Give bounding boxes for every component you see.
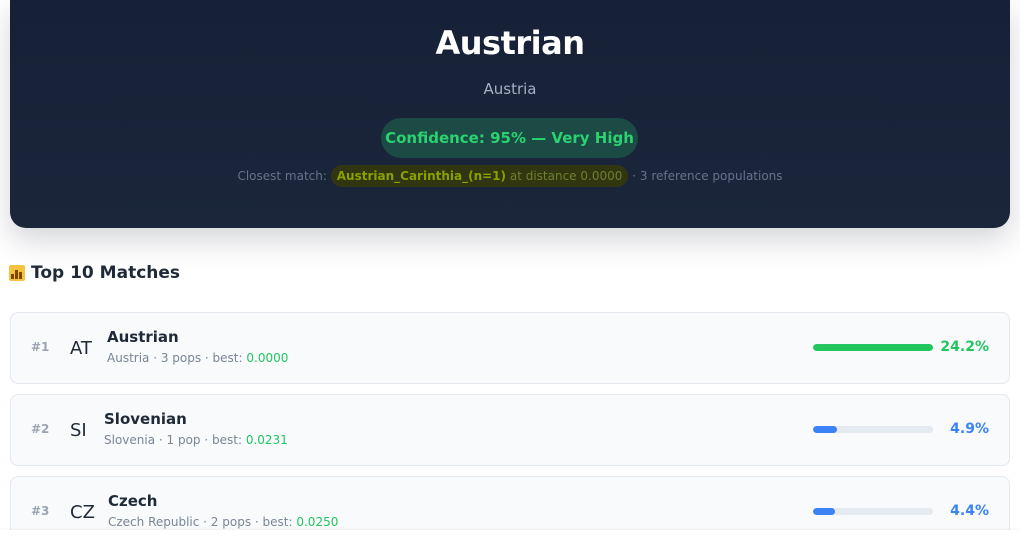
section-title: Top 10 Matches (9, 263, 180, 283)
match-name: Austrian (107, 328, 179, 346)
match-bar-track (813, 344, 933, 351)
match-meta: Czech Republic · 2 pops · best: 0.0250 (108, 515, 338, 529)
match-bar-track (813, 508, 933, 515)
match-meta-text: Slovenia · 1 pop · best: (104, 433, 242, 447)
match-best-distance: 0.0000 (246, 351, 289, 365)
closest-mid: at distance (509, 169, 577, 183)
closest-prefix: Closest match: (237, 169, 327, 183)
match-best-distance: 0.0250 (296, 515, 339, 529)
match-bar-fill (813, 426, 837, 433)
match-meta: Slovenia · 1 pop · best: 0.0231 (104, 433, 288, 447)
closest-highlight: Austrian_Carinthia_(n=1) at distance 0.0… (330, 165, 629, 187)
match-rank: #1 (31, 340, 50, 354)
match-bar-track (813, 426, 933, 433)
confidence-badge: Confidence: 95% — Very High (381, 118, 638, 158)
match-percent: 4.4% (950, 503, 989, 519)
match-bar-fill (813, 344, 933, 351)
match-card[interactable]: #1 AT Austrian Austria · 3 pops · best: … (10, 312, 1010, 384)
match-card[interactable]: #2 SI Slovenian Slovenia · 1 pop · best:… (10, 394, 1010, 466)
closest-suffix: · 3 reference populations (632, 169, 783, 183)
result-country: Austria (483, 80, 537, 98)
country-code: SI (70, 420, 87, 441)
closest-distance: 0.0000 (580, 169, 623, 183)
match-meta-text: Czech Republic · 2 pops · best: (108, 515, 293, 529)
closest-match-name: Austrian_Carinthia_(n=1) (336, 169, 507, 183)
match-name: Slovenian (104, 410, 187, 428)
match-percent: 24.2% (940, 339, 989, 355)
match-meta-text: Austria · 3 pops · best: (107, 351, 243, 365)
closest-match-line: Closest match: Austrian_Carinthia_(n=1) … (10, 165, 1010, 187)
match-meta: Austria · 3 pops · best: 0.0000 (107, 351, 288, 365)
match-rank: #3 (31, 504, 50, 518)
bar-chart-icon (9, 265, 25, 281)
country-code: CZ (70, 502, 95, 523)
result-title: Austrian (435, 24, 585, 62)
match-best-distance: 0.0231 (245, 433, 288, 447)
match-bar-fill (813, 508, 835, 515)
result-hero: Austrian Austria Confidence: 95% — Very … (10, 0, 1010, 228)
match-name: Czech (108, 492, 158, 510)
match-rank: #2 (31, 422, 50, 436)
country-code: AT (70, 338, 92, 359)
section-title-text: Top 10 Matches (31, 263, 181, 283)
match-percent: 4.9% (950, 421, 989, 437)
bottom-edge (0, 530, 1020, 559)
